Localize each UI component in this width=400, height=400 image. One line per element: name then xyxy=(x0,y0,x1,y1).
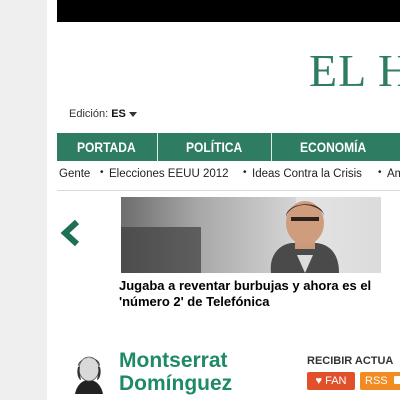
author-name-line1: Montserrat xyxy=(119,349,228,372)
featured-photo-image xyxy=(121,197,381,273)
nav-item-portada[interactable]: PORTADA xyxy=(77,133,136,161)
author-name[interactable]: Montserrat Domínguez xyxy=(119,349,232,395)
featured-photo[interactable] xyxy=(121,197,381,273)
main-nav: PORTADA POLÍTICA ECONOMÍA xyxy=(57,133,400,161)
author-portrait-image xyxy=(67,350,111,394)
author-avatar[interactable] xyxy=(67,350,111,394)
subscribe-label: RECIBIR ACTUA xyxy=(307,355,394,367)
author-name-line2: Domínguez xyxy=(119,372,233,395)
caret-down-icon xyxy=(128,111,137,117)
nav-item-economia[interactable]: ECONOMÍA xyxy=(300,133,366,161)
top-bar xyxy=(57,0,400,22)
divider xyxy=(57,190,400,191)
subnav-item-am[interactable]: Am xyxy=(387,168,400,180)
site-logo[interactable]: EL H xyxy=(309,48,400,94)
featured-headline[interactable]: Jugaba a reventar burbujas y ahora es el… xyxy=(119,278,389,309)
edition-value: ES xyxy=(111,108,126,120)
edition-selector[interactable]: Edición: ES xyxy=(69,108,137,120)
subnav-item-gente[interactable]: Gente xyxy=(59,168,90,180)
bullet-separator: • xyxy=(243,167,247,178)
fan-button-label: FAN xyxy=(325,375,347,387)
sub-nav: Gente • Elecciones EEUU 2012 • Ideas Con… xyxy=(59,167,400,184)
nav-separator xyxy=(157,133,158,161)
bullet-separator: • xyxy=(100,167,104,178)
chevron-left-icon xyxy=(60,219,80,247)
nav-separator xyxy=(271,133,272,161)
nav-item-politica[interactable]: POLÍTICA xyxy=(186,133,242,161)
bullet-separator: • xyxy=(378,167,382,178)
subnav-item-ideas[interactable]: Ideas Contra la Crisis xyxy=(252,168,362,180)
heart-icon: ♥ xyxy=(315,375,323,387)
fan-button[interactable]: ♥ FAN xyxy=(307,372,355,390)
rss-button-label: RSS xyxy=(365,375,388,387)
carousel-prev-button[interactable] xyxy=(58,218,84,248)
rss-button[interactable]: RSS xyxy=(360,372,400,390)
rss-icon xyxy=(393,376,400,384)
edition-label: Edición: xyxy=(69,108,109,120)
page: EL H Edición: ES PORTADA POLÍTICA ECONOM… xyxy=(47,0,400,400)
subnav-item-elecciones[interactable]: Elecciones EEUU 2012 xyxy=(109,168,229,180)
